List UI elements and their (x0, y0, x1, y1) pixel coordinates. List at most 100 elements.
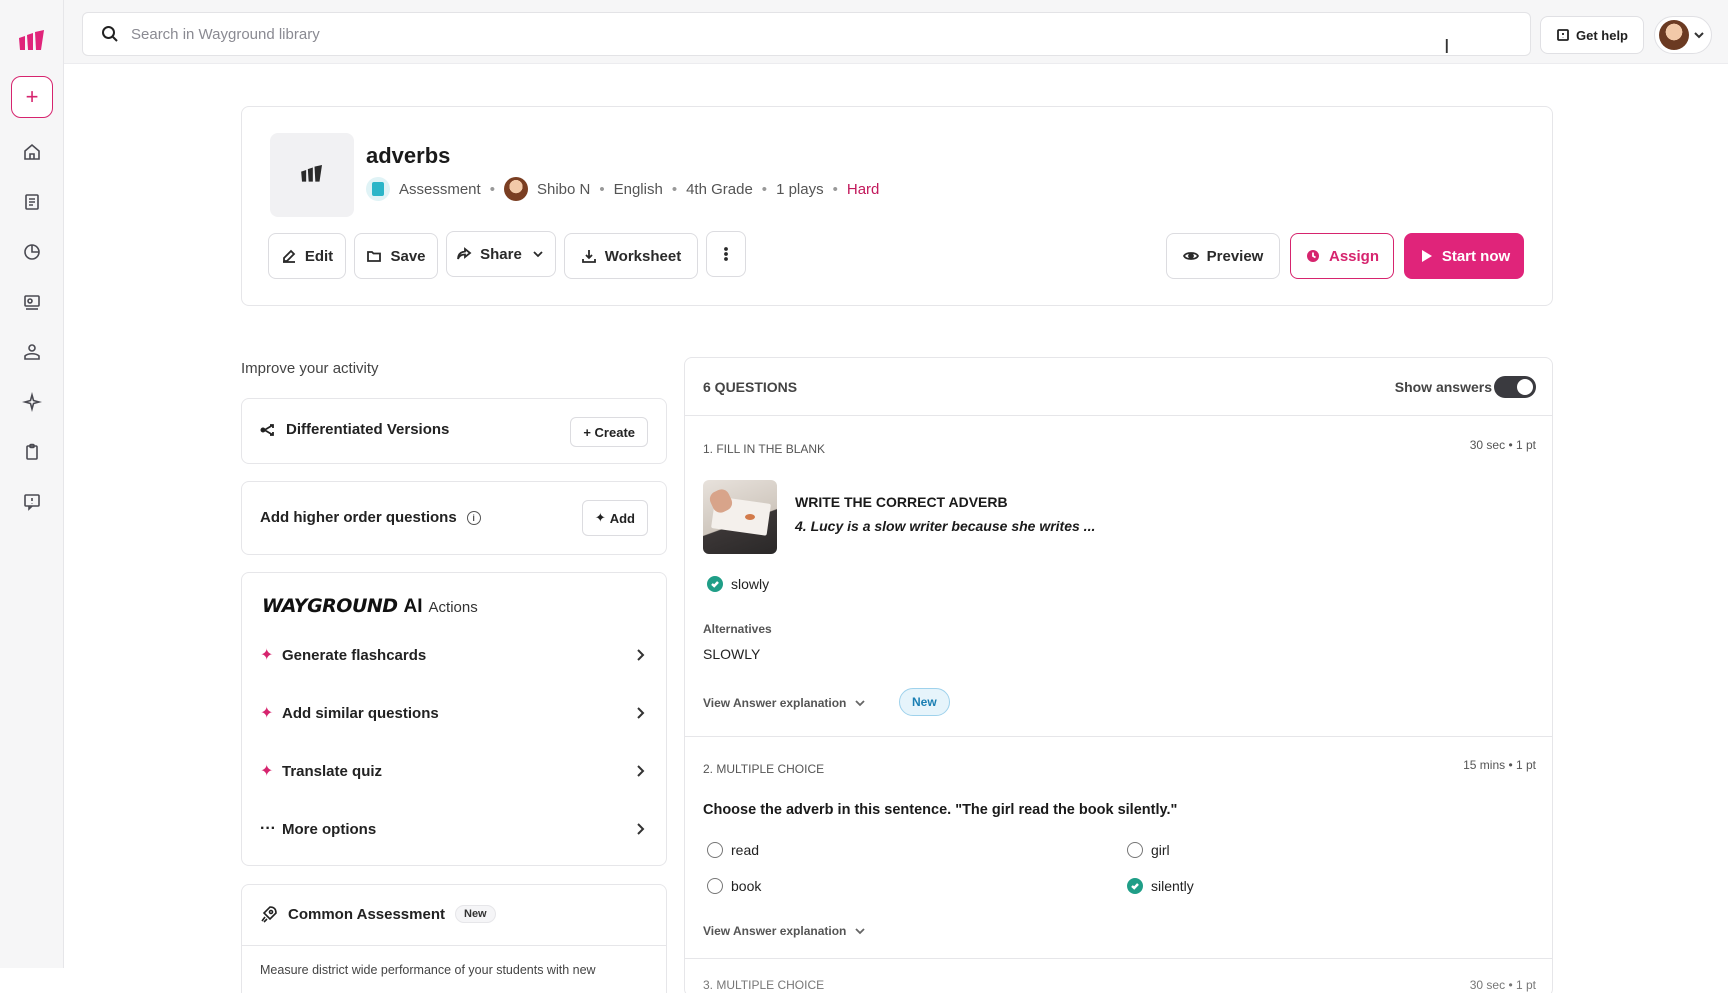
assign-button[interactable]: Assign (1290, 233, 1394, 279)
create-version-button[interactable]: + Create (570, 417, 648, 447)
ai-sparkle-icon[interactable] (20, 390, 44, 414)
q1-type: 1. FILL IN THE BLANK (703, 442, 826, 456)
sparkle-icon: ✦ (260, 647, 274, 664)
play-icon (1421, 250, 1432, 262)
action-label: More options (282, 820, 377, 838)
save-label: Save (390, 247, 426, 265)
info-icon[interactable]: i (466, 510, 481, 525)
search-bar[interactable] (82, 12, 1531, 56)
q1-answer: slowly (707, 576, 769, 592)
question-count: 6 QUESTIONS (703, 379, 798, 395)
quiz-author[interactable]: Shibo N (537, 181, 590, 198)
wayground-ai-brand: WAYGROUND AI Actions (262, 595, 478, 618)
home-icon[interactable] (20, 140, 44, 164)
q3-time: 30 sec • 1 pt (1469, 978, 1536, 992)
branch-icon (260, 423, 274, 436)
clock-icon (1306, 250, 1319, 262)
generate-flashcards-row[interactable]: ✦ Generate flashcards (260, 640, 648, 670)
action-label: Generate flashcards (282, 646, 427, 664)
q2-option-book: book (707, 878, 761, 894)
radio-icon (707, 878, 723, 894)
start-now-button[interactable]: Start now (1404, 233, 1524, 279)
quiz-type: Assessment (399, 180, 481, 198)
quiz-title: adverbs (366, 143, 451, 168)
add-higher-order-button[interactable]: ✦ Add (581, 500, 648, 536)
search-input[interactable] (131, 25, 1431, 43)
top-bar: I Get help (64, 0, 1728, 64)
brand-ai: AI (403, 596, 423, 617)
quiz-grade: 4th Grade (686, 180, 753, 198)
common-assessment-label: Common Assessment (288, 905, 445, 923)
sparkle-icon: ✦ (594, 510, 606, 525)
alternatives-label: Alternatives (703, 622, 772, 636)
differentiated-label: Differentiated Versions (286, 421, 450, 438)
translate-quiz-row[interactable]: ✦ Translate quiz (260, 756, 648, 786)
pencil-icon (282, 249, 296, 263)
share-label: Share (480, 245, 522, 263)
brand-word: WAYGROUND (262, 595, 398, 617)
check-icon (707, 576, 723, 592)
q2-option-girl: girl (1127, 842, 1170, 858)
folder-icon (367, 251, 382, 262)
share-button[interactable]: Share (446, 231, 556, 277)
chevron-down-icon (533, 251, 543, 258)
show-answers-toggle[interactable] (1494, 376, 1536, 398)
author-avatar (503, 177, 528, 201)
save-button[interactable]: Save (354, 233, 438, 279)
edit-button[interactable]: Edit (268, 233, 346, 279)
questions-header: 6 QUESTIONS Show answers (685, 358, 1552, 416)
accommodations-icon[interactable] (20, 340, 44, 364)
q1-image (703, 480, 777, 554)
radio-icon (707, 842, 723, 858)
action-label: Translate quiz (282, 762, 383, 780)
differentiated-versions-card: Differentiated Versions + Create (241, 398, 667, 464)
start-now-label: Start now (1441, 247, 1511, 265)
edit-label: Edit (304, 247, 334, 265)
get-help-button[interactable]: Get help (1540, 16, 1644, 54)
q3-type: 3. MULTIPLE CHOICE (703, 978, 825, 992)
q2-view-explanation[interactable]: View Answer explanation (703, 924, 866, 938)
library-icon[interactable] (20, 190, 44, 214)
q2-type: 2. MULTIPLE CHOICE (703, 762, 825, 776)
profile-menu[interactable] (1654, 16, 1712, 54)
help-book-icon (1557, 29, 1569, 41)
q2-option-read: read (707, 842, 759, 858)
common-assessment-card[interactable]: Common Assessment New Measure district w… (241, 884, 667, 993)
q2-option-silently: silently (1127, 878, 1194, 894)
q1-view-explanation[interactable]: View Answer explanation (703, 696, 866, 710)
radio-icon (1127, 842, 1143, 858)
improve-heading: Improve your activity (241, 360, 379, 377)
quiz-difficulty: Hard (846, 180, 880, 198)
feedback-icon[interactable] (20, 490, 44, 514)
worksheet-label: Worksheet (604, 247, 682, 265)
chevron-right-icon (637, 823, 645, 835)
reports-icon[interactable] (20, 240, 44, 264)
common-assessment-desc: Measure district wide performance of you… (260, 963, 596, 977)
more-options-row[interactable]: ··· More options (260, 814, 648, 844)
quiz-subject: English (613, 180, 663, 198)
wayground-logo[interactable] (17, 30, 47, 54)
check-icon (1127, 878, 1143, 894)
new-badge: New (455, 905, 496, 923)
sparkle-icon: ✦ (260, 705, 274, 722)
preview-button[interactable]: Preview (1166, 233, 1280, 279)
sparkle-icon: ✦ (260, 763, 274, 780)
eye-icon (1182, 252, 1199, 260)
chevron-down-icon (1694, 32, 1704, 39)
more-options-button[interactable] (706, 231, 746, 277)
download-icon (581, 250, 596, 263)
clipboard-icon[interactable] (20, 440, 44, 464)
wayground-logo-icon (301, 165, 322, 182)
questions-panel: 6 QUESTIONS Show answers 1. FILL IN THE … (684, 357, 1553, 993)
add-similar-questions-row[interactable]: ✦ Add similar questions (260, 698, 648, 728)
create-button[interactable]: + (11, 76, 53, 118)
option-label: read (731, 842, 760, 858)
ai-actions-card: WAYGROUND AI Actions ✦ Generate flashcar… (241, 572, 667, 866)
alternative-value: SLOWLY (703, 646, 761, 662)
chevron-right-icon (637, 649, 645, 661)
quiz-meta: Assessment • Shibo N • English • 4th Gra… (366, 177, 879, 201)
worksheet-button[interactable]: Worksheet (564, 233, 698, 279)
search-icon (102, 26, 118, 42)
classes-icon[interactable] (20, 290, 44, 314)
view-explanation-label: View Answer explanation (703, 696, 847, 710)
